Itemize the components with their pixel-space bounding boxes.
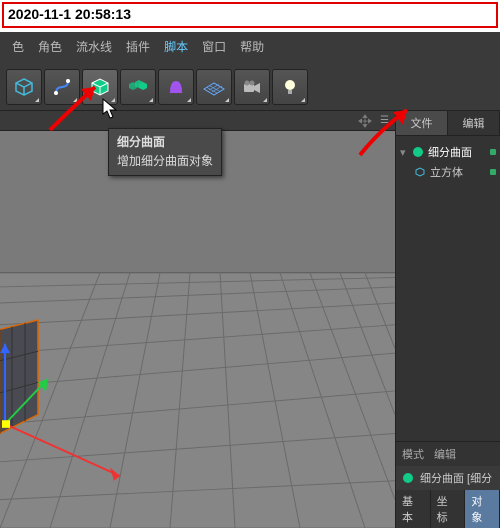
- camera-icon: [240, 75, 264, 99]
- attr-tab-coord[interactable]: 坐标: [431, 490, 466, 528]
- tool-spline[interactable]: [44, 69, 80, 105]
- dropdown-icon: [263, 98, 267, 102]
- attr-tab-object[interactable]: 对象: [465, 490, 500, 528]
- tool-array[interactable]: [120, 69, 156, 105]
- attr-edit-label[interactable]: 编辑: [434, 446, 456, 462]
- visibility-dots[interactable]: [490, 149, 496, 155]
- object-list[interactable]: ▾ 细分曲面 立方体: [396, 136, 500, 441]
- subdiv-icon: [88, 75, 112, 99]
- tool-floor[interactable]: [196, 69, 232, 105]
- tab-edit[interactable]: 编辑: [448, 111, 500, 135]
- light-icon: [278, 75, 302, 99]
- perspective-grid: [0, 131, 395, 528]
- attr-title: 细分曲面 [细分: [420, 470, 492, 486]
- subdiv-node-icon: [402, 472, 414, 484]
- object-row-subdiv[interactable]: ▾ 细分曲面: [400, 142, 496, 162]
- menu-item[interactable]: 帮助: [234, 36, 270, 57]
- menu-item[interactable]: 色: [6, 36, 30, 57]
- menu-item[interactable]: 窗口: [196, 36, 232, 57]
- visibility-dots[interactable]: [490, 169, 496, 175]
- object-row-cube[interactable]: 立方体: [400, 162, 496, 182]
- tool-subdivision-surface[interactable]: [82, 69, 118, 105]
- object-manager-tabs: 文件 编辑: [396, 111, 500, 136]
- array-icon: [126, 75, 150, 99]
- dropdown-icon: [73, 98, 77, 102]
- tool-light[interactable]: [272, 69, 308, 105]
- pen-icon: [50, 75, 74, 99]
- dropdown-icon: [35, 98, 39, 102]
- attr-title-row: 细分曲面 [细分: [396, 466, 500, 490]
- tool-deformer[interactable]: [158, 69, 194, 105]
- attribute-manager: 模式 编辑 细分曲面 [细分 基本 坐标 对象: [396, 441, 500, 528]
- expand-toggle-icon[interactable]: ▾: [400, 146, 408, 159]
- dropdown-icon: [301, 98, 305, 102]
- tooltip: 细分曲面 增加细分曲面对象: [108, 128, 222, 176]
- menu-item[interactable]: 流水线: [70, 36, 118, 57]
- object-label: 细分曲面: [428, 144, 472, 160]
- menu-item[interactable]: 插件: [120, 36, 156, 57]
- move-all-icon[interactable]: [358, 114, 372, 128]
- attr-tab-basic[interactable]: 基本: [396, 490, 431, 528]
- deformer-icon: [164, 75, 188, 99]
- subdiv-node-icon: [412, 146, 424, 158]
- attr-mode-label[interactable]: 模式: [402, 446, 424, 462]
- menu-bar: 色 角色 流水线 插件 脚本 窗口 帮助: [0, 32, 500, 63]
- timestamp-bar: 2020-11-1 20:58:13: [2, 2, 498, 28]
- object-label: 立方体: [430, 164, 463, 180]
- attr-tabs: 基本 坐标 对象: [396, 490, 500, 528]
- dropdown-icon: [225, 98, 229, 102]
- viewport-menu-icon[interactable]: ☰: [380, 115, 389, 126]
- tab-file[interactable]: 文件: [396, 111, 448, 135]
- cube-icon: [12, 75, 36, 99]
- menu-item[interactable]: 脚本: [158, 36, 194, 57]
- object-manager: 文件 编辑 ▾ 细分曲面 立方体 模式 编辑: [395, 111, 500, 528]
- dropdown-icon: [187, 98, 191, 102]
- dropdown-icon: [111, 98, 115, 102]
- grid-floor: [0, 131, 395, 528]
- main-area: ☰: [0, 111, 500, 528]
- main-toolbar: [0, 63, 500, 111]
- timestamp-text: 2020-11-1 20:58:13: [8, 6, 131, 22]
- menu-item[interactable]: 角色: [32, 36, 68, 57]
- attr-header: 模式 编辑: [396, 442, 500, 466]
- dropdown-icon: [149, 98, 153, 102]
- floor-icon: [202, 75, 226, 99]
- tool-camera[interactable]: [234, 69, 270, 105]
- tooltip-title: 细分曲面: [117, 133, 213, 150]
- cube-node-icon: [414, 166, 426, 178]
- app-window: 色 角色 流水线 插件 脚本 窗口 帮助: [0, 32, 500, 528]
- tool-cube[interactable]: [6, 69, 42, 105]
- tooltip-desc: 增加细分曲面对象: [117, 152, 213, 169]
